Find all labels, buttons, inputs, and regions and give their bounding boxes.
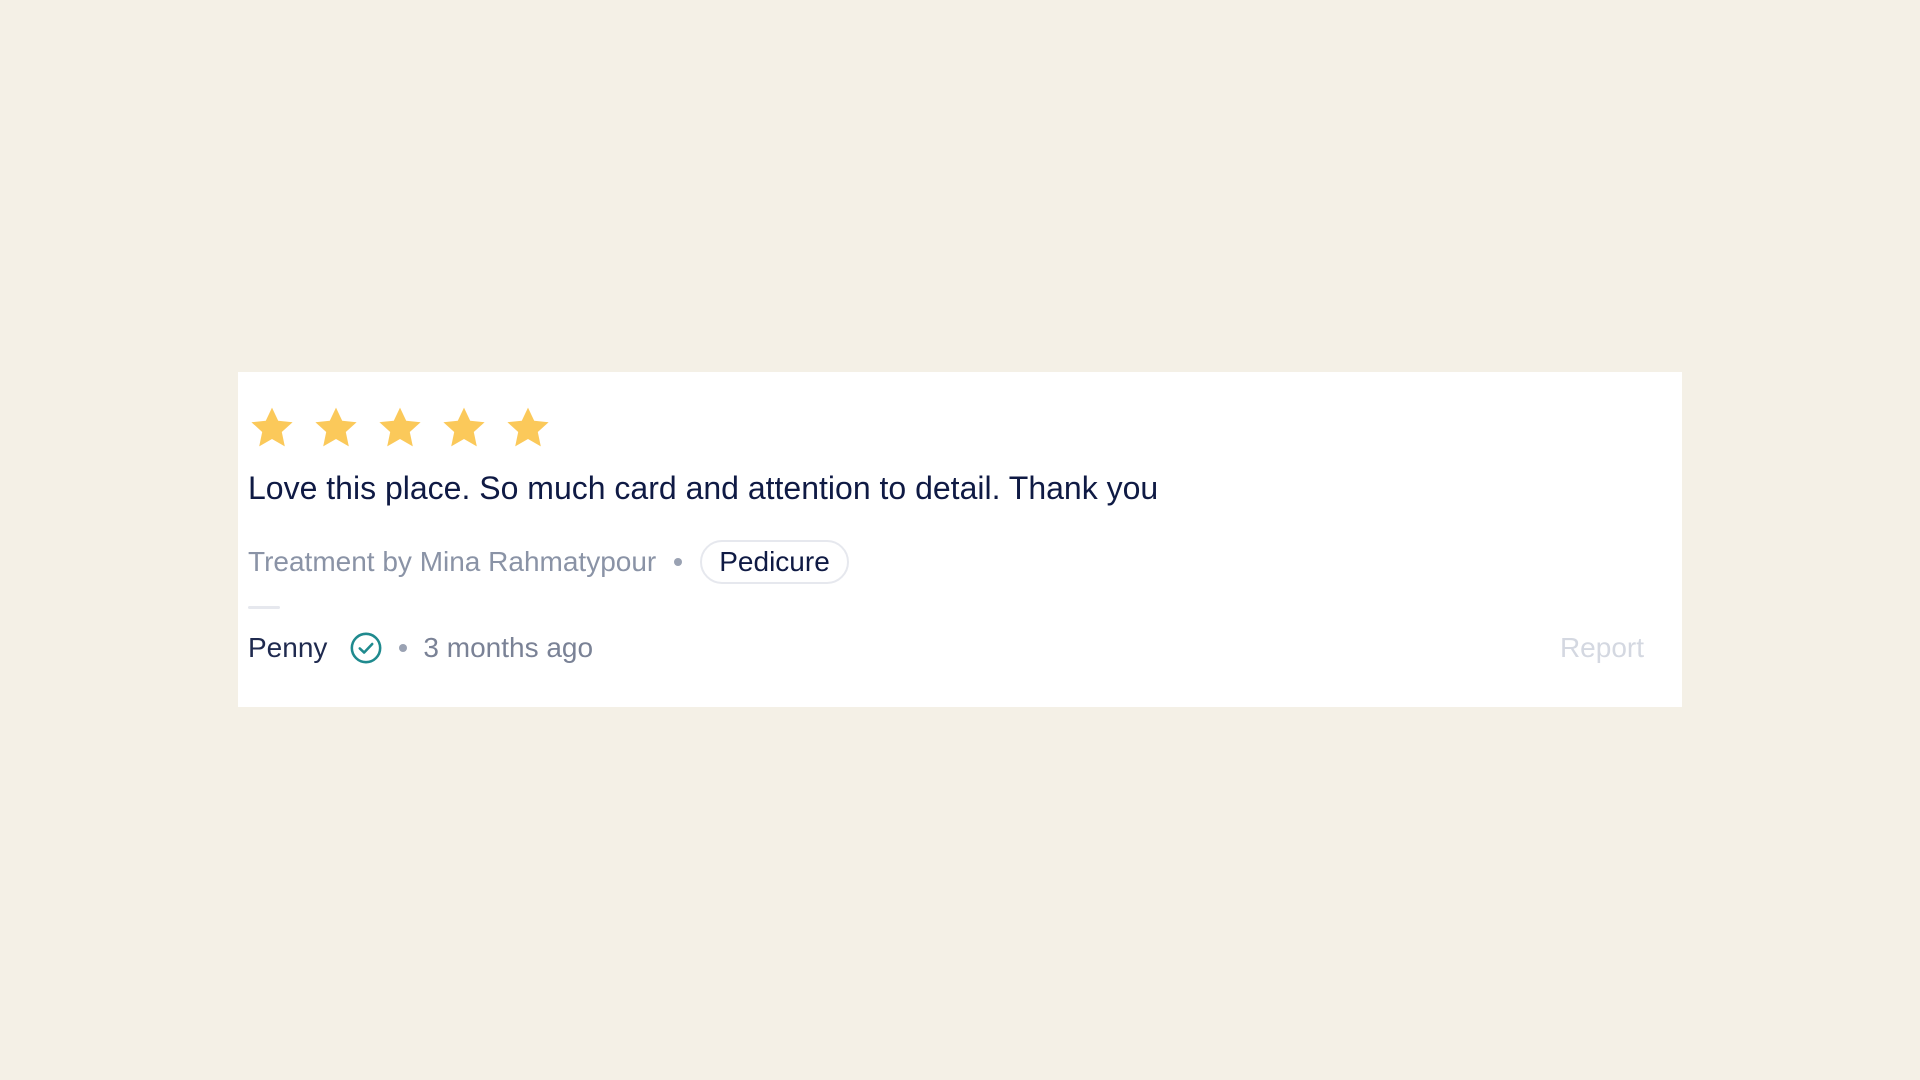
- service-tag[interactable]: Pedicure: [700, 540, 849, 584]
- star-icon: [443, 407, 485, 447]
- review-text: Love this place. So much card and attent…: [248, 470, 1159, 506]
- treatment-row: Treatment by Mina Rahmatypour Pedicure: [248, 538, 849, 586]
- review-timestamp: 3 months ago: [423, 632, 594, 663]
- author-row: Penny 3 months ago: [248, 626, 593, 670]
- verified-check-icon: [350, 632, 382, 664]
- divider: [248, 606, 280, 609]
- star-icon: [251, 407, 293, 447]
- star-icon: [379, 407, 421, 447]
- report-link[interactable]: Report: [1560, 626, 1644, 670]
- star-icon: [315, 407, 357, 447]
- treatment-label: Treatment by Mina Rahmatypour: [248, 546, 657, 577]
- star-icon: [507, 407, 549, 447]
- separator-dot: [674, 558, 683, 566]
- review-card: Love this place. So much card and attent…: [238, 372, 1682, 707]
- star-rating: [248, 404, 552, 452]
- author-name: Penny: [248, 632, 328, 663]
- separator-dot: [399, 644, 408, 652]
